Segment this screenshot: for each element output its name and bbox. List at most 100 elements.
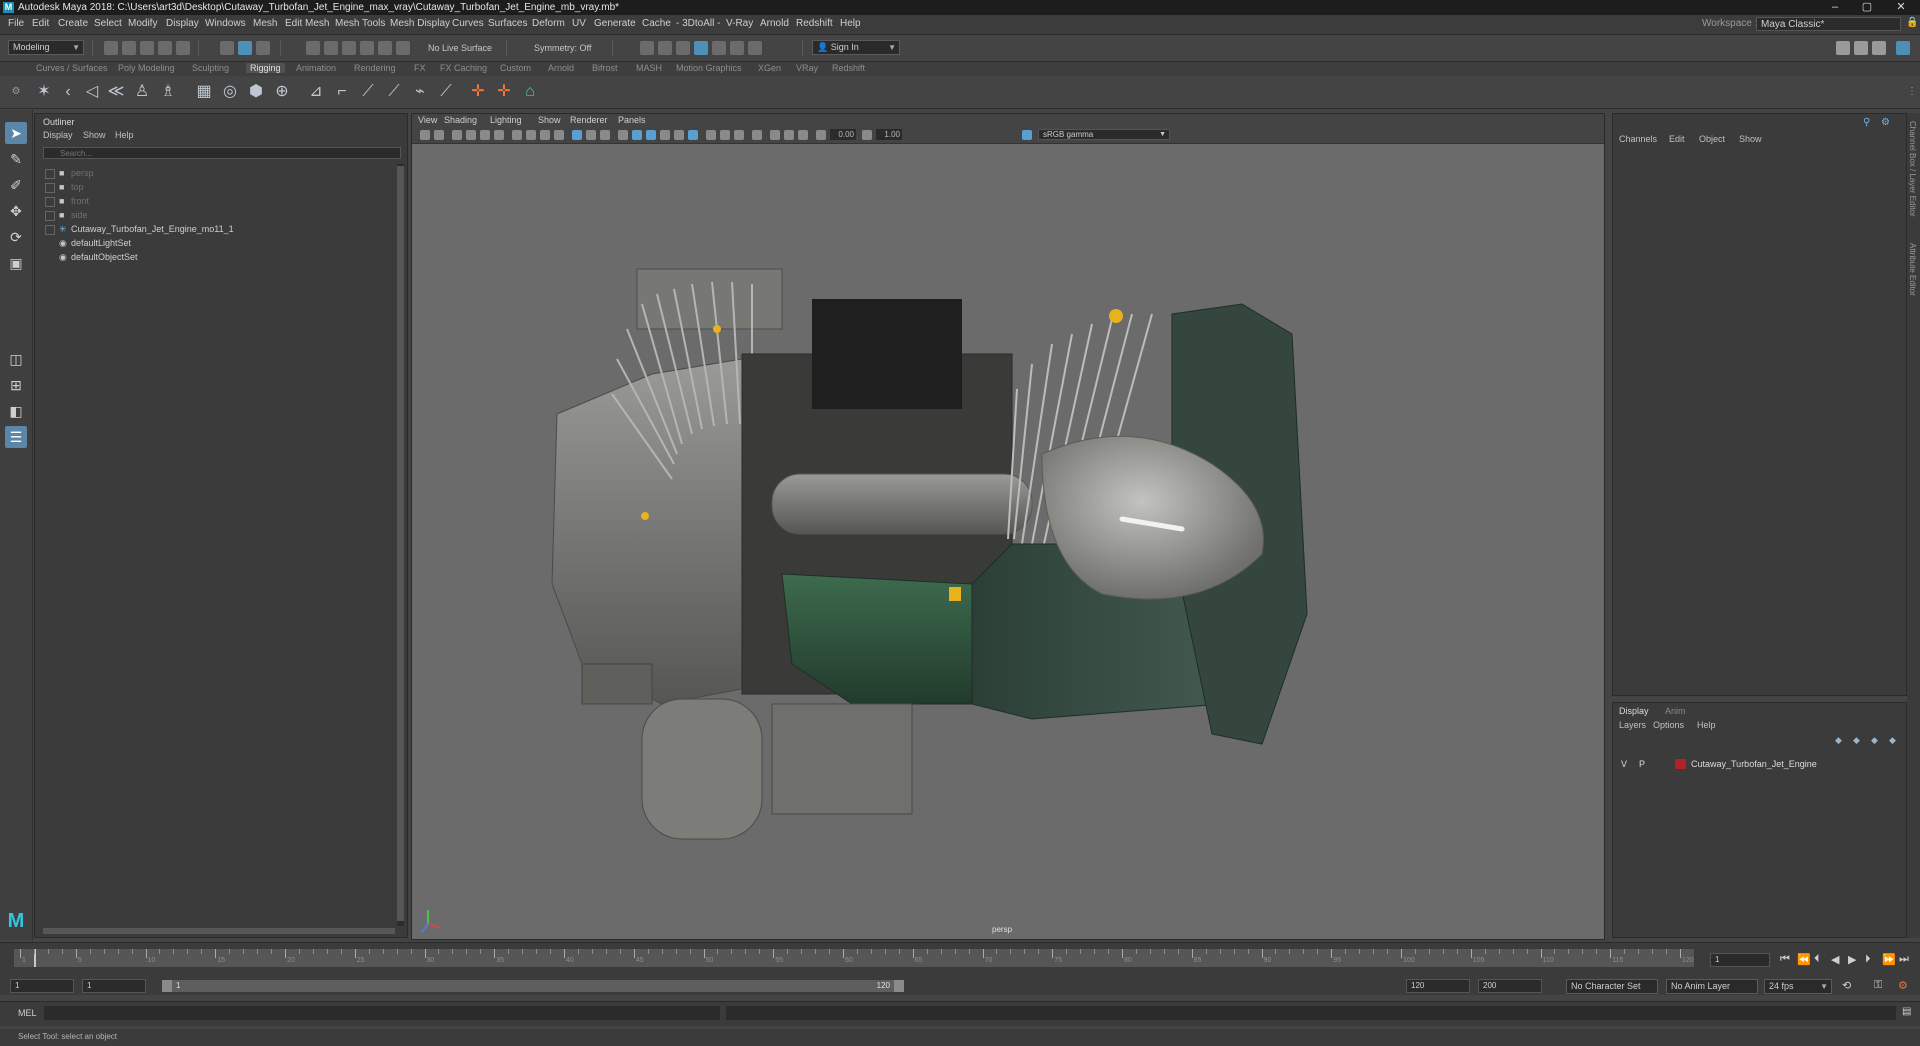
menu-deform[interactable]: Deform [532,18,565,29]
exposure-field[interactable]: 0.00 [830,129,856,140]
move-tool-icon[interactable]: ✥ [5,200,27,222]
outliner-item-side[interactable]: ■ side [45,208,88,222]
minimize-button[interactable]: – [1820,0,1850,15]
new-layer-from-selection-icon[interactable]: ◆ [1889,735,1896,746]
outliner-item-engine[interactable]: ✳ Cutaway_Turbofan_Jet_Engine_mo11_1 [45,222,234,236]
expand-icon[interactable] [45,168,55,179]
mirror-joint-icon[interactable]: ◁ [82,82,102,102]
move-layer-up-icon[interactable]: ◆ [1835,735,1842,746]
workspace-dropdown[interactable]: Maya Classic* [1756,17,1901,31]
parent-constraint-icon[interactable]: ✛ [494,82,514,102]
hypershade-icon[interactable] [712,41,726,55]
shelf-tab-curves-surfaces[interactable]: Curves / Surfaces [36,63,108,73]
shelf-tab-rendering[interactable]: Rendering [354,63,396,73]
range-start-handle[interactable] [162,980,172,992]
attribute-editor-icon[interactable] [1854,41,1868,55]
single-perspective-layout-icon[interactable]: ◫ [5,348,27,370]
textured-icon[interactable] [660,130,670,140]
undo-icon[interactable] [158,41,172,55]
channel-box-toggle-icon[interactable]: ⚲ [1863,117,1870,128]
motion-blur-icon[interactable] [720,130,730,140]
menu-surfaces[interactable]: Surfaces [488,18,527,29]
outliner-horizontal-scrollbar[interactable] [43,928,395,934]
step-forward-frame-icon[interactable]: ⏩ [1882,953,1896,966]
shelf-tab-vray[interactable]: VRay [796,63,818,73]
step-forward-key-icon[interactable]: ⏵ [1865,953,1871,966]
close-button[interactable]: ✕ [1886,0,1916,15]
channel-box-menu-show[interactable]: Show [1739,134,1762,144]
outliner-menu-help[interactable]: Help [115,130,134,140]
2d-pan-zoom-icon[interactable] [480,130,490,140]
orient-joint-icon[interactable]: ≪ [106,82,126,102]
quick-rig-icon[interactable]: ♙ [132,82,152,102]
exposure-icon[interactable] [816,130,826,140]
viewport-menu-shading[interactable]: Shading [444,115,477,125]
lock-icon[interactable]: 🔒 [1906,17,1918,28]
viewport-menu-view[interactable]: View [418,115,437,125]
menu-cache[interactable]: Cache [642,18,671,29]
menu-arnold[interactable]: Arnold [760,18,789,29]
scroll-thumb[interactable] [397,166,404,921]
attribute-editor-side-tab[interactable]: Attribute Editor [1908,243,1917,296]
script-editor-icon[interactable]: ▤ [1902,1006,1911,1017]
outliner-item-default-light-set[interactable]: ◉ defaultLightSet [59,236,131,250]
shadows-icon[interactable] [688,130,698,140]
snap-curve-icon[interactable] [324,41,338,55]
four-view-layout-icon[interactable]: ⊞ [5,374,27,396]
expand-icon[interactable] [45,182,55,193]
snap-view-plane-icon[interactable] [378,41,392,55]
smooth-shade-icon[interactable] [632,130,642,140]
layer-tab-display[interactable]: Display [1619,706,1649,716]
layer-name[interactable]: Cutaway_Turbofan_Jet_Engine [1691,757,1817,771]
expand-icon[interactable] [45,224,55,235]
open-scene-icon[interactable] [122,41,136,55]
select-tool-icon[interactable]: ➤ [5,122,27,144]
shelf-tab-mash[interactable]: MASH [636,63,662,73]
snap-grid-icon[interactable] [306,41,320,55]
humanik-icon[interactable]: ♗ [158,82,178,102]
shelf-tab-animation[interactable]: Animation [296,63,336,73]
menu-3dtoall[interactable]: - 3DtoAll - [676,18,720,29]
layer-menu-options[interactable]: Options [1653,720,1684,730]
fps-dropdown[interactable]: 24 fps ▼ [1764,979,1832,994]
character-set-dropdown[interactable]: No Character Set [1566,979,1658,994]
select-component-icon[interactable] [256,41,270,55]
channel-box-menu-edit[interactable]: Edit [1669,134,1685,144]
shelf-options-icon[interactable]: ⚙ [6,82,26,102]
maximize-button[interactable]: ▢ [1852,0,1882,15]
shelf-tab-custom[interactable]: Custom [500,63,531,73]
make-live-icon[interactable] [396,41,410,55]
go-to-start-icon[interactable]: ⏮ [1780,953,1790,966]
menu-mesh-display[interactable]: Mesh Display [390,18,450,29]
shelf-tab-motion-graphics[interactable]: Motion Graphics [676,63,742,73]
range-slider[interactable]: 1 120 [162,980,904,992]
save-scene-icon[interactable] [140,41,154,55]
outliner-menu-show[interactable]: Show [83,130,106,140]
anim-preferences-icon[interactable]: ⚙ [1898,979,1908,992]
range-end-handle[interactable] [894,980,904,992]
modeling-toolkit-icon[interactable] [1836,41,1850,55]
grid-icon[interactable] [512,130,522,140]
step-back-key-icon[interactable]: ⏴ [1814,953,1820,966]
xray-icon[interactable] [770,130,780,140]
play-backwards-icon[interactable]: ◀ [1831,953,1839,966]
gamma-icon[interactable] [862,130,872,140]
menu-create[interactable]: Create [58,18,88,29]
isolate-select-icon[interactable] [752,130,762,140]
sculpt-deformer-icon[interactable]: ⊕ [272,82,292,102]
shelf-scroll-icon[interactable]: ⋮ [1902,82,1920,102]
shelf-tab-redshift[interactable]: Redshift [832,63,865,73]
menu-mesh-tools[interactable]: Mesh Tools [335,18,385,29]
live-surface-status[interactable]: No Live Surface [428,43,492,53]
menu-edit-mesh[interactable]: Edit Mesh [285,18,329,29]
image-plane-icon[interactable] [466,130,476,140]
render-setup-icon[interactable] [730,41,744,55]
bind-skin-icon[interactable]: ▦ [194,82,214,102]
bookmarks-icon[interactable] [452,130,462,140]
pause-render-icon[interactable] [748,41,762,55]
snap-projected-center-icon[interactable] [360,41,374,55]
shelf-tab-arnold[interactable]: Arnold [548,63,574,73]
step-back-frame-icon[interactable]: ⏪ [1797,953,1811,966]
channel-box-menu-channels[interactable]: Channels [1619,134,1657,144]
aim-constraint-icon[interactable]: ⌂ [520,82,540,102]
